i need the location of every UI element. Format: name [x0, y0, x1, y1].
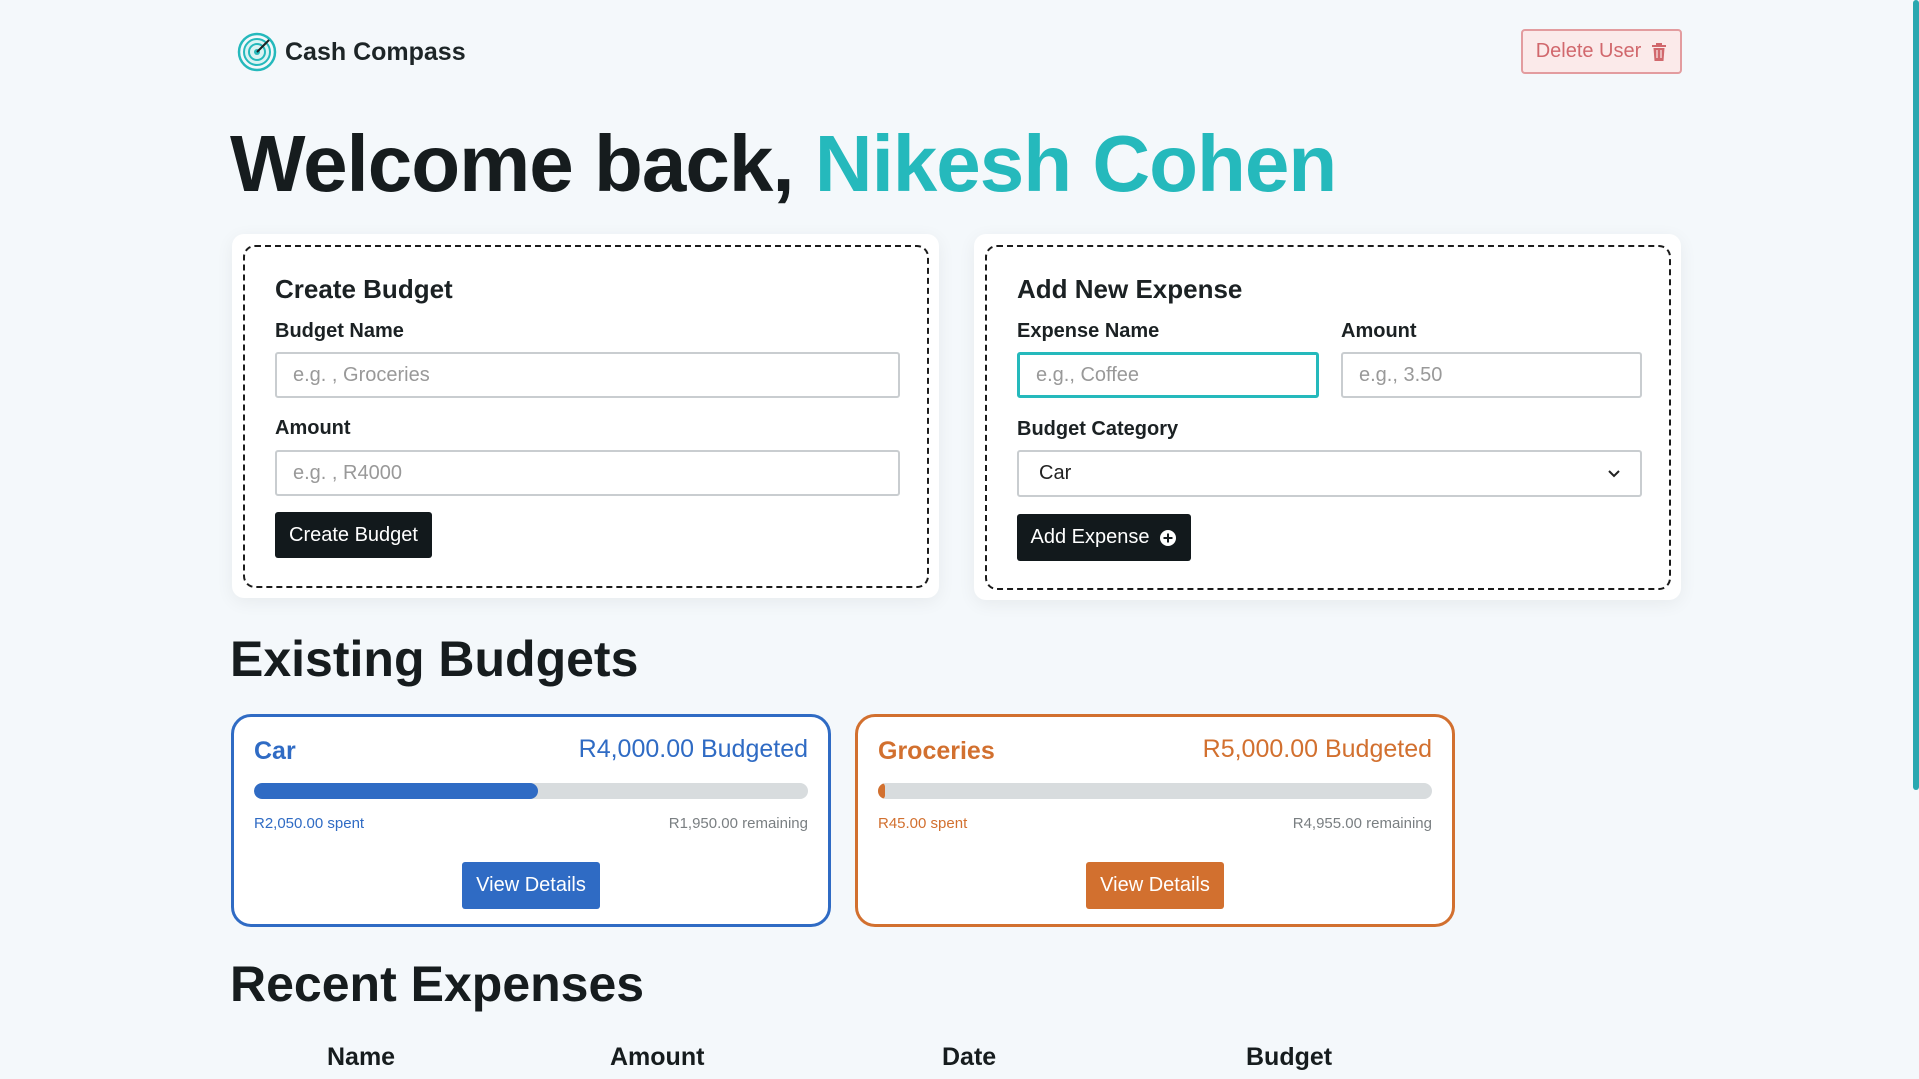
budget-amount: R4,000.00 Budgeted: [578, 735, 808, 763]
budget-progress-track: [254, 783, 808, 799]
create-budget-title: Create Budget: [275, 274, 453, 304]
welcome-prefix: Welcome back,: [230, 119, 795, 208]
budget-name-input[interactable]: [275, 352, 900, 398]
user-name: Nikesh Cohen: [814, 119, 1337, 208]
chevron-down-icon: [1608, 469, 1620, 477]
add-expense-title: Add New Expense: [1017, 274, 1243, 304]
budget-card-car: Car R4,000.00 Budgeted R2,050.00 spent R…: [231, 714, 831, 927]
existing-budgets-title: Existing Budgets: [230, 631, 639, 687]
create-budget-form: Create Budget Budget Name Amount Create …: [243, 245, 929, 588]
welcome-heading: Welcome back, Nikesh Cohen: [230, 118, 1337, 210]
budget-card-groceries: Groceries R5,000.00 Budgeted R45.00 spen…: [855, 714, 1455, 927]
page: Cash Compass Delete User Welcome back, N…: [0, 0, 1919, 1079]
budget-progress-fill: [878, 783, 885, 799]
budget-remaining: R4,955.00 remaining: [1292, 815, 1432, 832]
delete-user-button[interactable]: Delete User: [1521, 29, 1682, 74]
expense-amount-input[interactable]: [1341, 352, 1642, 398]
column-header-amount: Amount: [610, 1043, 705, 1071]
budget-spent: R45.00 spent: [878, 815, 968, 832]
add-expense-form: Add New Expense Expense Name Amount Budg…: [985, 245, 1671, 590]
budget-spent: R2,050.00 spent: [254, 815, 365, 832]
add-expense-label: Add Expense: [1030, 526, 1150, 548]
budget-name: Car: [254, 737, 296, 765]
column-header-budget: Budget: [1246, 1043, 1333, 1071]
budget-amount-input[interactable]: [275, 450, 900, 496]
budget-remaining: R1,950.00 remaining: [668, 815, 808, 832]
app-name: Cash Compass: [285, 37, 466, 66]
column-header-date: Date: [942, 1043, 997, 1071]
recent-expenses-title: Recent Expenses: [230, 956, 645, 1012]
budget-progress-track: [878, 783, 1432, 799]
target-icon: [237, 32, 277, 72]
page-scrollbar[interactable]: [1913, 0, 1919, 790]
view-details-button[interactable]: View Details: [462, 862, 600, 909]
expense-name-input[interactable]: [1017, 352, 1319, 398]
budget-amount: R5,000.00 Budgeted: [1202, 735, 1432, 763]
budget-category-label: Budget Category: [1017, 418, 1179, 440]
budget-name: Groceries: [878, 737, 995, 765]
plus-circle-icon: [1160, 529, 1177, 546]
budget-amount-label: Amount: [275, 417, 351, 439]
budget-category-value: Car: [1039, 462, 1072, 484]
delete-user-label: Delete User: [1535, 40, 1642, 62]
trash-icon: [1652, 42, 1667, 61]
expense-amount-label: Amount: [1341, 320, 1417, 342]
add-expense-button[interactable]: Add Expense: [1017, 514, 1191, 561]
budget-category-select[interactable]: Car: [1017, 450, 1642, 497]
app-logo[interactable]: Cash Compass: [237, 32, 466, 72]
budget-name-label: Budget Name: [275, 320, 404, 342]
view-details-button[interactable]: View Details: [1086, 862, 1224, 909]
column-header-name: Name: [327, 1043, 396, 1071]
create-budget-button[interactable]: Create Budget: [275, 512, 432, 558]
budget-progress-fill: [254, 783, 538, 799]
expense-name-label: Expense Name: [1017, 320, 1160, 342]
